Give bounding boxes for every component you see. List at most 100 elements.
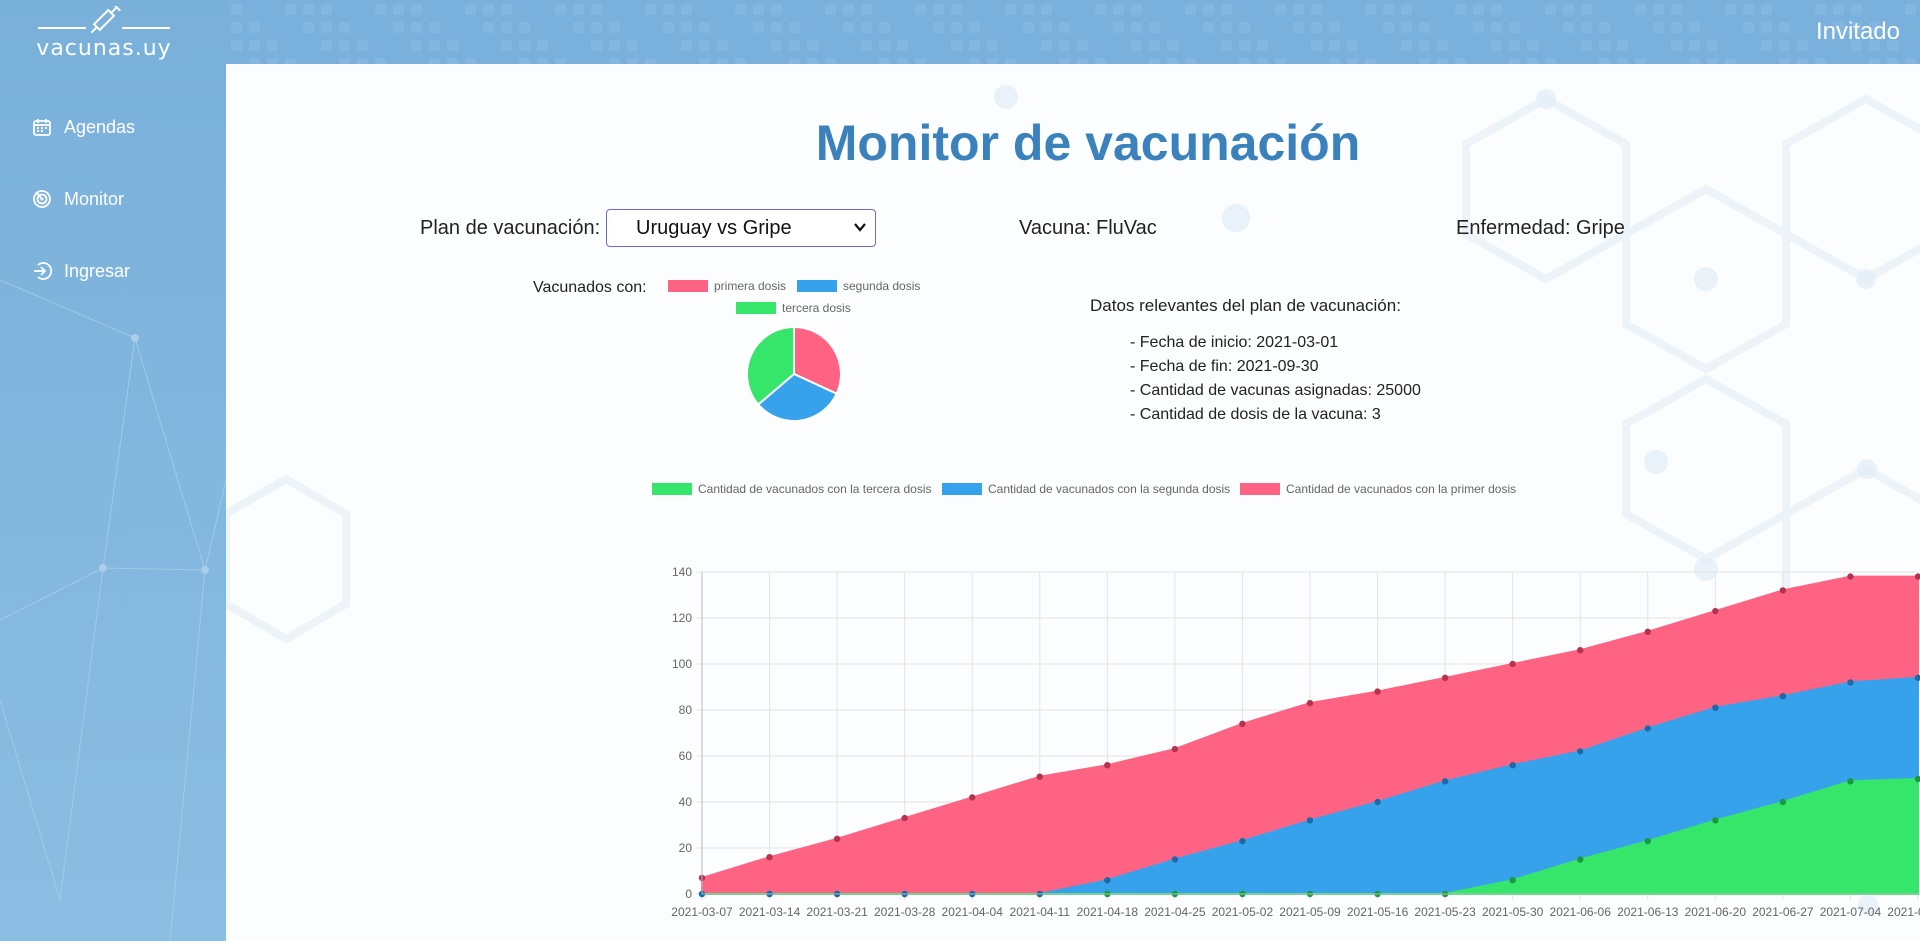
- datos-line: - Cantidad de vacunas asignadas: 25000: [1130, 382, 1421, 399]
- enfermedad-value: Gripe: [1576, 217, 1625, 239]
- y-tick-label: 20: [679, 841, 693, 855]
- plan-label: Plan de vacunación:: [420, 217, 601, 239]
- data-point[interactable]: [969, 794, 976, 801]
- pie-legend-item[interactable]: segunda dosis: [797, 279, 920, 293]
- sidebar-item-monitor[interactable]: Monitor: [30, 182, 124, 216]
- legend-label: Cantidad de vacunados con la segunda dos…: [988, 482, 1231, 496]
- y-tick-label: 40: [679, 795, 693, 809]
- data-point[interactable]: [1509, 877, 1516, 884]
- data-point[interactable]: [1374, 798, 1381, 806]
- data-point[interactable]: [1239, 720, 1246, 727]
- plan-select[interactable]: Uruguay vs Gripe: [606, 209, 876, 247]
- area-chart: 0 20 40 60 80 100 120 140 2021-03-07 2021-03-14 20…: [671, 565, 1920, 919]
- data-point[interactable]: [1441, 674, 1449, 681]
- plan-select-value: Uruguay vs Gripe: [636, 216, 792, 239]
- vacuna-value: FluVac: [1096, 217, 1157, 239]
- data-point[interactable]: [766, 854, 773, 861]
- app-logo[interactable]: vacunas.uy: [36, 3, 172, 62]
- legend-label: Cantidad de vacunados con la tercera dos…: [698, 482, 932, 496]
- data-point[interactable]: [833, 835, 841, 842]
- datos-line: - Cantidad de dosis de la vacuna: 3: [1130, 406, 1381, 423]
- topbar-pattern: [231, 4, 1916, 64]
- data-point[interactable]: [1306, 817, 1314, 824]
- data-point[interactable]: [1036, 773, 1043, 780]
- data-point[interactable]: [1847, 679, 1854, 686]
- vacuna-label: Vacuna:: [1019, 217, 1091, 239]
- area-legend-item[interactable]: Cantidad de vacunados con la tercera dos…: [652, 482, 931, 496]
- sidebar-item-agendas[interactable]: Agendas: [30, 110, 135, 144]
- datos-line: - Fecha de fin: 2021-09-30: [1130, 358, 1319, 375]
- datos-line: - Fecha de inicio: 2021-03-01: [1130, 334, 1339, 351]
- x-tick-label: 2021-04-18: [1077, 905, 1139, 919]
- sidebar-item-label: Ingresar: [64, 260, 131, 281]
- top-bar: Invitado: [226, 0, 1920, 64]
- y-tick-label: 0: [685, 887, 692, 901]
- sidebar-item-ingresar[interactable]: Ingresar: [30, 254, 130, 288]
- data-point[interactable]: [1374, 688, 1381, 695]
- sidebar-item-label: Agendas: [64, 116, 136, 137]
- data-point[interactable]: [1171, 745, 1179, 753]
- x-tick-label: 2021-07-13: [1887, 905, 1920, 919]
- data-point[interactable]: [1644, 628, 1651, 635]
- x-tick-label: 2021-05-23: [1414, 905, 1476, 919]
- data-point[interactable]: [1779, 587, 1787, 594]
- x-tick-label: 2021-03-28: [874, 905, 936, 919]
- syringe-logo-icon: [38, 3, 170, 34]
- x-tick-label: 2021-06-20: [1685, 905, 1747, 919]
- x-tick-label: 2021-05-30: [1482, 905, 1544, 919]
- data-point[interactable]: [1104, 762, 1111, 769]
- x-tick-label: 2021-07-04: [1820, 905, 1882, 919]
- data-point[interactable]: [1712, 817, 1719, 824]
- data-point[interactable]: [1779, 693, 1787, 700]
- data-point[interactable]: [1509, 660, 1516, 668]
- pie-legend-item[interactable]: tercera dosis: [736, 301, 851, 315]
- area-legend-item[interactable]: Cantidad de vacunados con la primer dosi…: [1240, 482, 1516, 496]
- x-tick-label: 2021-03-14: [739, 905, 801, 919]
- x-tick-label: 2021-06-13: [1617, 905, 1679, 919]
- page-title: Monitor de vacunación: [815, 115, 1361, 171]
- x-tick-label: 2021-04-04: [942, 905, 1004, 919]
- user-label[interactable]: Invitado: [1816, 18, 1900, 46]
- y-tick-label: 80: [679, 703, 693, 717]
- radar-icon: [30, 187, 54, 211]
- x-tick-label: 2021-06-27: [1752, 905, 1814, 919]
- login-icon: [30, 259, 54, 283]
- main-content: Monitor de vacunación Plan de vacunación…: [226, 64, 1920, 941]
- data-point[interactable]: [1577, 748, 1584, 755]
- data-point[interactable]: [1847, 573, 1854, 580]
- data-point[interactable]: [1104, 877, 1111, 884]
- data-point[interactable]: [901, 814, 908, 822]
- data-point[interactable]: [1644, 725, 1651, 732]
- data-point[interactable]: [1441, 778, 1449, 785]
- datos-title: Datos relevantes del plan de vacunación:: [1090, 296, 1401, 315]
- legend-label: Cantidad de vacunados con la primer dosi…: [1286, 482, 1517, 496]
- data-point[interactable]: [1239, 837, 1246, 845]
- x-tick-label: 2021-05-16: [1347, 905, 1409, 919]
- data-point[interactable]: [1779, 798, 1787, 806]
- area-legend-item[interactable]: Cantidad de vacunados con la segunda dos…: [942, 482, 1230, 496]
- x-tick-label: 2021-05-02: [1212, 905, 1274, 919]
- y-tick-label: 100: [672, 657, 692, 671]
- data-point[interactable]: [1644, 837, 1651, 845]
- data-point[interactable]: [1306, 699, 1314, 707]
- data-point[interactable]: [1712, 704, 1719, 711]
- calendar-icon: [30, 115, 54, 139]
- pie-legend-item[interactable]: primera dosis: [668, 279, 786, 293]
- logo-text: vacunas.uy: [36, 36, 172, 61]
- enfermedad-label: Enfermedad:: [1456, 217, 1571, 239]
- data-point[interactable]: [1712, 607, 1719, 615]
- data-point[interactable]: [1577, 647, 1584, 654]
- y-tick-label: 140: [672, 565, 692, 579]
- x-tick-label: 2021-04-11: [1010, 905, 1071, 919]
- sidebar: vacunas.uy Agendas Monitor Ingresar: [0, 0, 226, 941]
- x-tick-label: 2021-03-21: [806, 905, 868, 919]
- legend-label: tercera dosis: [782, 301, 851, 315]
- sidebar-item-label: Monitor: [64, 188, 125, 209]
- y-tick-label: 120: [672, 611, 692, 625]
- data-point[interactable]: [1847, 778, 1854, 785]
- x-tick-label: 2021-04-25: [1144, 905, 1206, 919]
- data-point[interactable]: [1509, 762, 1516, 769]
- data-point[interactable]: [1171, 856, 1179, 863]
- chevron-down-icon: [854, 223, 866, 232]
- data-point[interactable]: [1577, 856, 1584, 863]
